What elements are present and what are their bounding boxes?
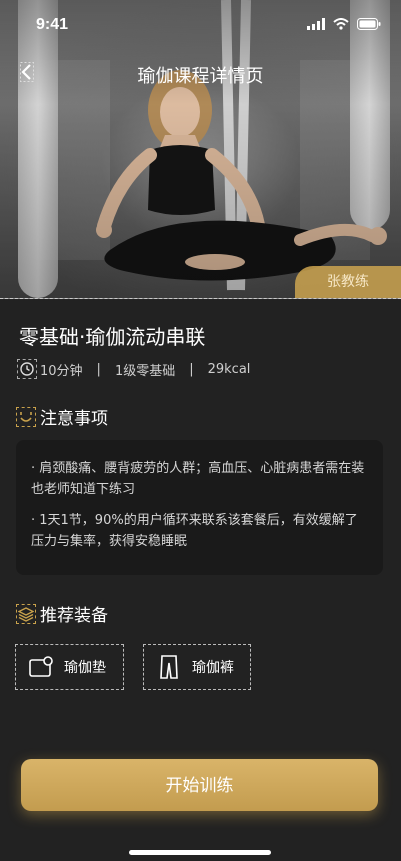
equipment-title: 推荐装备 — [40, 606, 108, 626]
yoga-mat-icon — [28, 654, 54, 680]
equipment-label: 瑜伽垫 — [64, 660, 106, 676]
equipment-item-yoga-pants[interactable]: 瑜伽裤 — [143, 644, 251, 690]
equipment-label: 瑜伽裤 — [192, 660, 234, 676]
course-level: 1级零基础 — [114, 363, 176, 379]
equipment-heading: 推荐装备 — [16, 601, 108, 626]
course-detail-screen: 张教练 9:41 瑜伽课程详情页 零基础·瑜伽流动串联 10分钟 | 1级零基础… — [0, 0, 401, 861]
signal-icon — [307, 18, 325, 30]
home-indicator — [129, 850, 271, 855]
equipment-item-yoga-mat[interactable]: 瑜伽垫 — [15, 644, 124, 690]
smile-icon — [16, 406, 36, 427]
status-bar: 9:41 — [0, 0, 401, 50]
course-title: 零基础·瑜伽流动串联 — [19, 325, 206, 349]
coach-tag: 张教练 — [295, 266, 401, 298]
status-time: 9:41 — [36, 16, 69, 33]
notes-card: · 肩颈酸痛、腰背疲劳的人群；高血压、心脏病患者需在装也老师知道下练习 · 1天… — [16, 440, 383, 575]
course-calories: 29kcal — [207, 361, 251, 377]
layers-icon — [16, 603, 36, 624]
meta-separator: | — [189, 361, 194, 377]
course-duration: 10分钟 — [40, 363, 83, 379]
notes-heading: 注意事项 — [16, 404, 108, 429]
note-item: · 肩颈酸痛、腰背疲劳的人群；高血压、心脏病患者需在装也老师知道下练习 — [31, 461, 365, 497]
wifi-icon — [333, 18, 349, 30]
yoga-pants-icon — [156, 654, 182, 680]
note-item: · 1天1节，90%的用户循环来联系该套餐后，有效缓解了压力与集率，获得安稳睡眠 — [31, 513, 358, 549]
meta-separator: | — [96, 361, 101, 377]
battery-icon — [357, 18, 381, 30]
status-icons — [307, 18, 381, 30]
clock-icon — [17, 359, 37, 379]
notes-title: 注意事项 — [40, 409, 108, 429]
page-title: 瑜伽课程详情页 — [137, 66, 264, 87]
course-meta: 10分钟 | 1级零基础 | 29kcal — [17, 359, 250, 379]
start-training-button[interactable]: 开始训练 — [21, 759, 378, 811]
